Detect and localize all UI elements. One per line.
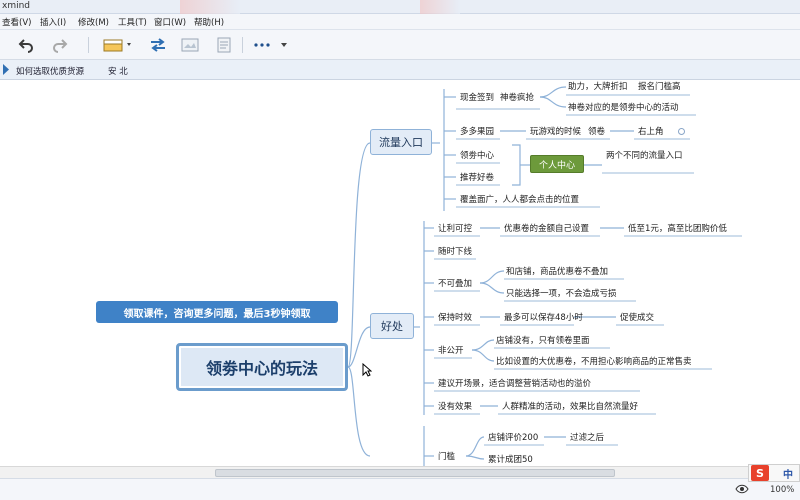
tab-document[interactable]: 如何选取优质货源 xyxy=(16,65,84,77)
topic-recommend-coupon[interactable]: 推荐好卷 xyxy=(460,173,494,184)
topic-not-stackable[interactable]: 不可叠加 xyxy=(438,279,472,290)
central-topic[interactable]: 领劵中心的玩法 xyxy=(176,343,348,391)
style-icon[interactable] xyxy=(102,36,134,54)
scrollbar-thumb[interactable] xyxy=(215,469,615,477)
menu-modify[interactable]: 修改(M) xyxy=(78,16,109,28)
horizontal-scrollbar[interactable] xyxy=(0,466,800,478)
zoom-level[interactable]: 100% xyxy=(770,485,794,495)
topic-orchard[interactable]: 多多果园 xyxy=(460,127,494,138)
topic-keep-timely[interactable]: 保持时效 xyxy=(438,313,472,324)
toolbar-separator xyxy=(242,37,243,53)
topic-48-hours[interactable]: 最多可以保存48小时 xyxy=(504,313,583,324)
topic-non-public[interactable]: 非公开 xyxy=(438,346,464,357)
topic-two-entries[interactable]: 两个不同的流量入口 xyxy=(606,151,683,162)
branch-traffic-entry[interactable]: 流量入口 xyxy=(370,129,432,155)
toolbar xyxy=(0,30,800,60)
topic-coupon-rush[interactable]: 神卷疯抢 xyxy=(500,93,534,104)
menu-help[interactable]: 帮助(H) xyxy=(194,16,224,28)
mindmap-canvas[interactable]: 领劵中心的玩法 领取课件，咨询更多问题，最后3秒钟领取 流量入口 好处 现金签到… xyxy=(0,81,800,466)
topic-playing-game[interactable]: 玩游戏的时候 xyxy=(530,127,581,138)
tab-extra[interactable]: 安 北 xyxy=(108,65,128,77)
topic-open-scene[interactable]: 建议开场景，适合调整营销活动也的溢价 xyxy=(438,379,591,390)
topic-price-range[interactable]: 低至1元，高至比团购价低 xyxy=(628,224,727,235)
window-title: xmind xyxy=(2,1,31,11)
notes-icon[interactable] xyxy=(214,36,234,54)
topic-no-effect[interactable]: 没有效果 xyxy=(438,402,472,413)
ime-toolbar[interactable]: S 中 xyxy=(748,464,800,482)
title-blur xyxy=(180,0,240,14)
menu-insert[interactable]: 插入(I) xyxy=(40,16,66,28)
topic-threshold[interactable]: 门槛 xyxy=(438,452,455,463)
tab-scroll-icon[interactable] xyxy=(1,63,11,76)
ime-language[interactable]: 中 xyxy=(783,466,793,481)
mouse-cursor-icon xyxy=(362,363,372,377)
topic-claim-coupon[interactable]: 领卷 xyxy=(588,127,605,138)
branch-benefits[interactable]: 好处 xyxy=(370,313,414,339)
topic-high-threshold[interactable]: 报名门槛高 xyxy=(638,82,681,93)
redo-icon[interactable] xyxy=(50,36,70,54)
topic-wide-coverage[interactable]: 覆盖面广，人人都会点击的位置 xyxy=(460,195,579,206)
topic-coupon-center[interactable]: 领劵中心 xyxy=(460,151,494,162)
topic-offline-anytime[interactable]: 随时下线 xyxy=(438,247,472,258)
toolbar-separator xyxy=(88,37,89,53)
title-bar: xmind xyxy=(0,0,800,14)
status-bar: 100% xyxy=(0,478,800,500)
topic-personal-center[interactable]: 个人中心 xyxy=(530,155,584,173)
topic-cash-signin[interactable]: 现金签到 xyxy=(460,93,494,104)
undo-icon[interactable] xyxy=(16,36,36,54)
topic-group-count[interactable]: 累计成团50 xyxy=(488,455,533,466)
topic-set-amount[interactable]: 优惠卷的金额自己设置 xyxy=(504,224,589,235)
relationship-icon[interactable] xyxy=(148,36,168,54)
topic-top-right[interactable]: 右上角 xyxy=(638,127,664,138)
collapse-toggle[interactable] xyxy=(678,128,685,135)
menu-tools[interactable]: 工具(T) xyxy=(118,16,147,28)
topic-controllable-discount[interactable]: 让利可控 xyxy=(438,224,472,235)
topic-drive-conversion[interactable]: 促使成交 xyxy=(620,313,654,324)
menu-view[interactable]: 查看(V) xyxy=(2,16,31,28)
topic-no-stack-store[interactable]: 和店铺，商品优惠卷不叠加 xyxy=(506,267,608,278)
promo-banner: 领取课件，咨询更多问题，最后3秒钟领取 xyxy=(96,301,338,323)
topic-coupon-center-activity[interactable]: 神卷对应的是领劵中心的活动 xyxy=(568,103,679,114)
topic-store-rating[interactable]: 店铺评价200 xyxy=(488,433,538,444)
image-icon[interactable] xyxy=(180,36,200,54)
menu-window[interactable]: 窗口(W) xyxy=(154,16,186,28)
more-icon[interactable] xyxy=(252,36,292,54)
sogou-logo-icon: S xyxy=(751,465,769,481)
document-tab-bar: 如何选取优质货源 安 北 xyxy=(0,60,800,80)
topic-choose-one[interactable]: 只能选择一项，不会造成亏损 xyxy=(506,289,617,300)
topic-big-coupon[interactable]: 比如设置的大优惠卷，不用担心影响商品的正常售卖 xyxy=(496,357,692,368)
topic-only-in-center[interactable]: 店铺没有，只有领卷里面 xyxy=(496,336,590,347)
topic-boost-discount[interactable]: 助力，大牌折扣 xyxy=(568,82,628,93)
topic-precise-crowd[interactable]: 人群精准的活动，效果比自然流量好 xyxy=(502,402,638,413)
menu-bar: 查看(V) 插入(I) 修改(M) 工具(T) 窗口(W) 帮助(H) xyxy=(0,14,800,30)
eye-icon[interactable] xyxy=(735,484,749,494)
topic-after-filter[interactable]: 过滤之后 xyxy=(570,433,604,444)
title-blur xyxy=(420,0,460,14)
